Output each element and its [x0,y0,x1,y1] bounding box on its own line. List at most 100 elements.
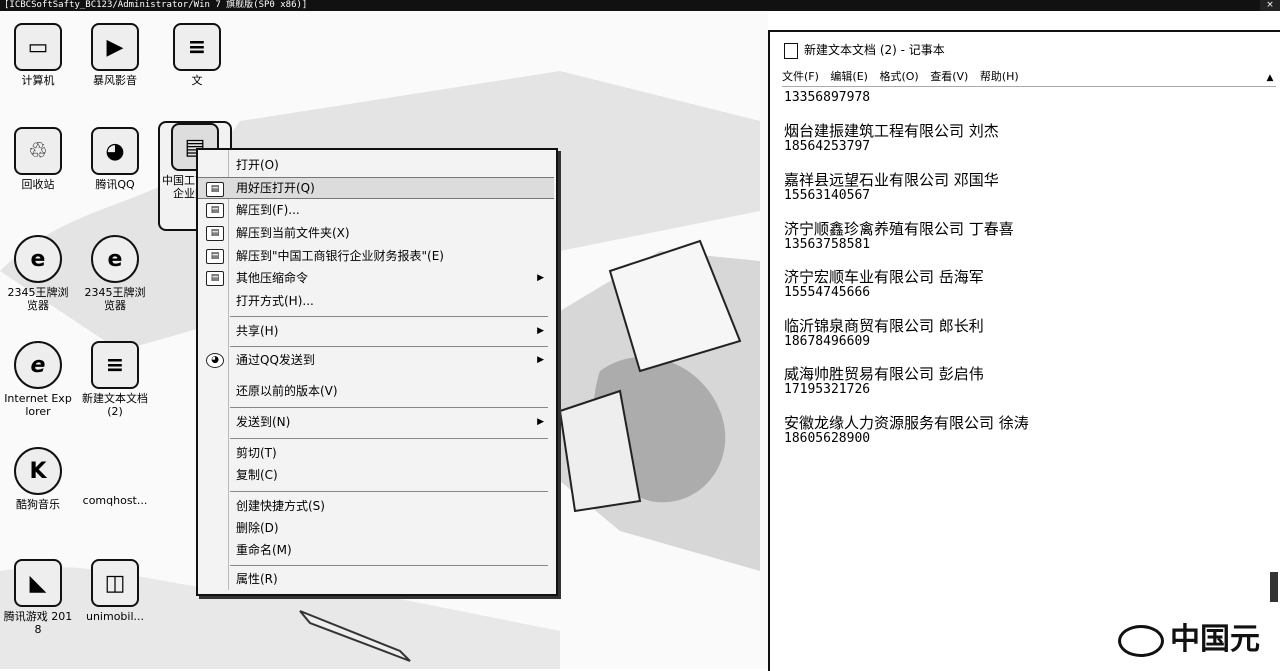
menu-item-cut[interactable]: 剪切(T) [198,442,554,464]
watermark-text: 中国元 [1170,622,1260,657]
menu-item-label: 属性(R) [236,572,278,586]
menu-item-label: 创建快捷方式(S) [236,499,325,513]
menu-item-create-shortcut[interactable]: 创建快捷方式(S) [198,495,554,517]
menu-file[interactable]: 文件(F) [782,68,819,86]
menu-item-delete[interactable]: 删除(D) [198,517,554,539]
game-icon: ◣ [14,559,62,607]
menu-item-label: 复制(C) [236,468,278,482]
text-line-phone: 13356897978 [784,90,871,105]
menu-item-label: 用好压打开(Q) [236,181,315,195]
archive-icon: ▤ [206,203,224,218]
notepad-icon [784,43,798,59]
menu-item-extract-to[interactable]: ▤ 解压到(F)... [198,199,554,221]
desktop-icon-media-player[interactable]: ▶ 暴风影音 [80,23,150,87]
menu-item-send-to[interactable]: 发送到(N) ▶ [198,411,554,433]
menu-item-properties[interactable]: 属性(R) [198,568,554,590]
remote-session-bar: [ICBCSoftSafty_BC123/Administrator/Win 7… [0,0,1264,11]
menu-item-other-compress[interactable]: ▤ 其他压缩命令 ▶ [198,267,554,289]
text-line-company: 嘉祥县远望石业有限公司 邓国华 [784,171,999,189]
desktop-icon-qq[interactable]: ◕ 腾讯QQ [80,127,150,191]
notepad-title: 新建文本文档 (2) - 记事本 [804,43,945,57]
menu-format[interactable]: 格式(O) [879,68,918,86]
menu-separator [230,565,548,566]
menu-item-label: 共享(H) [236,324,279,338]
desktop-icon-label: 新建文本文档(2) [82,392,148,418]
notepad-menubar: 文件(F) 编辑(E) 格式(O) 查看(V) 帮助(H) [782,68,1276,87]
menu-item-open-with-haozip[interactable]: ▤ 用好压打开(Q) [198,177,554,199]
menu-item-label: 解压到(F)... [236,203,300,217]
weibo-icon [1118,624,1164,657]
desktop-icon-label: 计算机 [21,74,55,87]
menu-item-rename[interactable]: 重命名(M) [198,539,554,561]
menu-item-send-via-qq[interactable]: ◕ 通过QQ发送到 ▶ [198,349,554,371]
qq-icon: ◕ [206,353,224,368]
menu-item-share[interactable]: 共享(H) ▶ [198,320,554,342]
desktop-icon-game[interactable]: ◣ 腾讯游戏 2018 [3,559,73,636]
internet-explorer-icon: e [14,341,62,389]
text-line-company: 济宁宏顺车业有限公司 岳海军 [784,268,984,286]
desktop-icon-label: 文 [191,74,203,87]
desktop-icon-internet-explorer[interactable]: e Internet Explorer [3,341,73,418]
media-player-icon: ▶ [91,23,139,71]
context-menu: 打开(O) ▤ 用好压打开(Q) ▤ 解压到(F)... ▤ 解压到当前文件夹(… [196,148,558,596]
desktop-icon-label: 暴风影音 [93,74,137,87]
menu-item-label: 其他压缩命令 [236,271,309,285]
text-line-phone: 18678496609 [784,334,871,349]
desktop-icon-label: Internet Explorer [4,392,72,418]
menu-item-label: 解压到"中国工商银行企业财务报表"(E) [236,249,444,263]
document-icon: ≡ [173,23,221,71]
menu-separator [230,407,548,408]
archive-icon: ▤ [206,249,224,264]
menu-item-label: 发送到(N) [236,415,291,429]
menu-help[interactable]: 帮助(H) [980,68,1019,86]
archive-icon: ▤ [206,182,224,197]
desktop-icon-text-file[interactable]: ≡ 新建文本文档(2) [80,341,150,418]
text-line-company: 安徽龙缘人力资源服务有限公司 徐涛 [784,414,1029,432]
remote-session-title: [ICBCSoftSafty_BC123/Administrator/Win 7… [4,0,308,10]
notepad-window: 新建文本文档 (2) - 记事本 文件(F) 编辑(E) 格式(O) 查看(V)… [768,30,1280,671]
scrollbar-thumb[interactable] [1270,572,1278,602]
desktop-icon-label: 腾讯QQ [95,178,135,191]
menu-item-copy[interactable]: 复制(C) [198,464,554,486]
menu-item-open-with[interactable]: 打开方式(H)... [198,290,554,312]
desktop-icon-browser-2345[interactable]: e 2345王牌浏览器 [80,235,150,312]
menu-item-restore-versions[interactable]: 还原以前的版本(V) [198,380,554,402]
desktop-icon-label: 2345王牌浏览器 [7,286,69,312]
desktop-icon-document[interactable]: ≡ 文 [162,23,232,87]
menu-item-label: 打开方式(H)... [236,294,314,308]
text-line-phone: 15554745666 [784,285,871,300]
desktop-icon-label: 腾讯游戏 2018 [3,610,73,636]
text-line-company: 烟台建振建筑工程有限公司 刘杰 [784,122,999,140]
menu-view[interactable]: 查看(V) [930,68,968,86]
text-line-company: 济宁顺鑫珍禽养殖有限公司 丁春喜 [784,220,1014,238]
menu-separator [230,491,548,492]
submenu-arrow-icon: ▶ [537,273,544,283]
browser-icon: e [91,235,139,283]
menu-separator [230,438,548,439]
submenu-arrow-icon: ▶ [537,326,544,336]
desktop-icon-recycle-bin[interactable]: ♲ 回收站 [3,127,73,191]
menu-item-open[interactable]: 打开(O) [198,154,554,176]
unimobile-icon: ◫ [91,559,139,607]
submenu-arrow-icon: ▶ [537,355,544,365]
menu-item-extract-here[interactable]: ▤ 解压到当前文件夹(X) [198,222,554,244]
menu-item-label: 打开(O) [236,158,279,172]
desktop-icon-commonhost[interactable]: comqhost... [80,447,150,507]
menu-edit[interactable]: 编辑(E) [830,68,868,86]
menu-item-label: 解压到当前文件夹(X) [236,226,350,240]
watermark: 中国元 [1118,618,1260,662]
recycle-bin-icon: ♲ [14,127,62,175]
menu-item-label: 剪切(T) [236,446,277,460]
remote-close-button[interactable]: × [1260,0,1280,11]
menu-item-extract-to-folder[interactable]: ▤ 解压到"中国工商银行企业财务报表"(E) [198,245,554,267]
notepad-title-bar[interactable]: 新建文本文档 (2) - 记事本 [770,32,1280,68]
desktop-icon-kugou[interactable]: K 酷狗音乐 [3,447,73,511]
desktop-icon-computer[interactable]: ▭ 计算机 [3,23,73,87]
kugou-icon: K [14,447,62,495]
menu-item-label: 通过QQ发送到 [236,353,315,367]
scroll-up-icon[interactable]: ▲ [1264,72,1276,84]
desktop-icon-unimobile[interactable]: ◫ unimobil... [80,559,150,623]
desktop-icon-internet-explorer-2345[interactable]: e 2345王牌浏览器 [3,235,73,312]
archive-icon: ▤ [206,271,224,286]
notepad-text-area[interactable]: 13356897978 烟台建振建筑工程有限公司 刘杰 18564253797 … [784,88,1254,668]
